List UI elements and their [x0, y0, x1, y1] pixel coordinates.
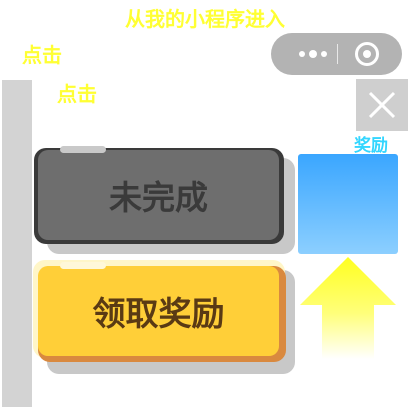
enter-from-miniprogram-hint: 从我的小程序进入: [125, 7, 285, 31]
capsule-divider: [337, 44, 338, 64]
claim-button-gloss: [60, 262, 106, 269]
incomplete-button[interactable]: 未完成: [38, 150, 279, 240]
claim-reward-button[interactable]: 领取奖励: [38, 266, 279, 356]
up-arrow-icon: [298, 255, 398, 360]
reward-label: 奖励: [354, 136, 388, 156]
click-hint-1: 点击: [22, 43, 62, 67]
left-side-bar: [2, 80, 32, 407]
click-hint-2: 点击: [57, 82, 97, 106]
claim-reward-button-label: 领取奖励: [92, 294, 225, 333]
more-dots-icon[interactable]: [293, 43, 333, 65]
close-x-icon: [368, 91, 396, 119]
miniprogram-capsule: [271, 33, 402, 75]
incomplete-button-label: 未完成: [109, 178, 208, 217]
reward-box[interactable]: [298, 154, 398, 254]
close-button[interactable]: [356, 79, 408, 131]
target-circle-icon[interactable]: [355, 42, 379, 66]
incomplete-button-gloss: [60, 146, 106, 153]
